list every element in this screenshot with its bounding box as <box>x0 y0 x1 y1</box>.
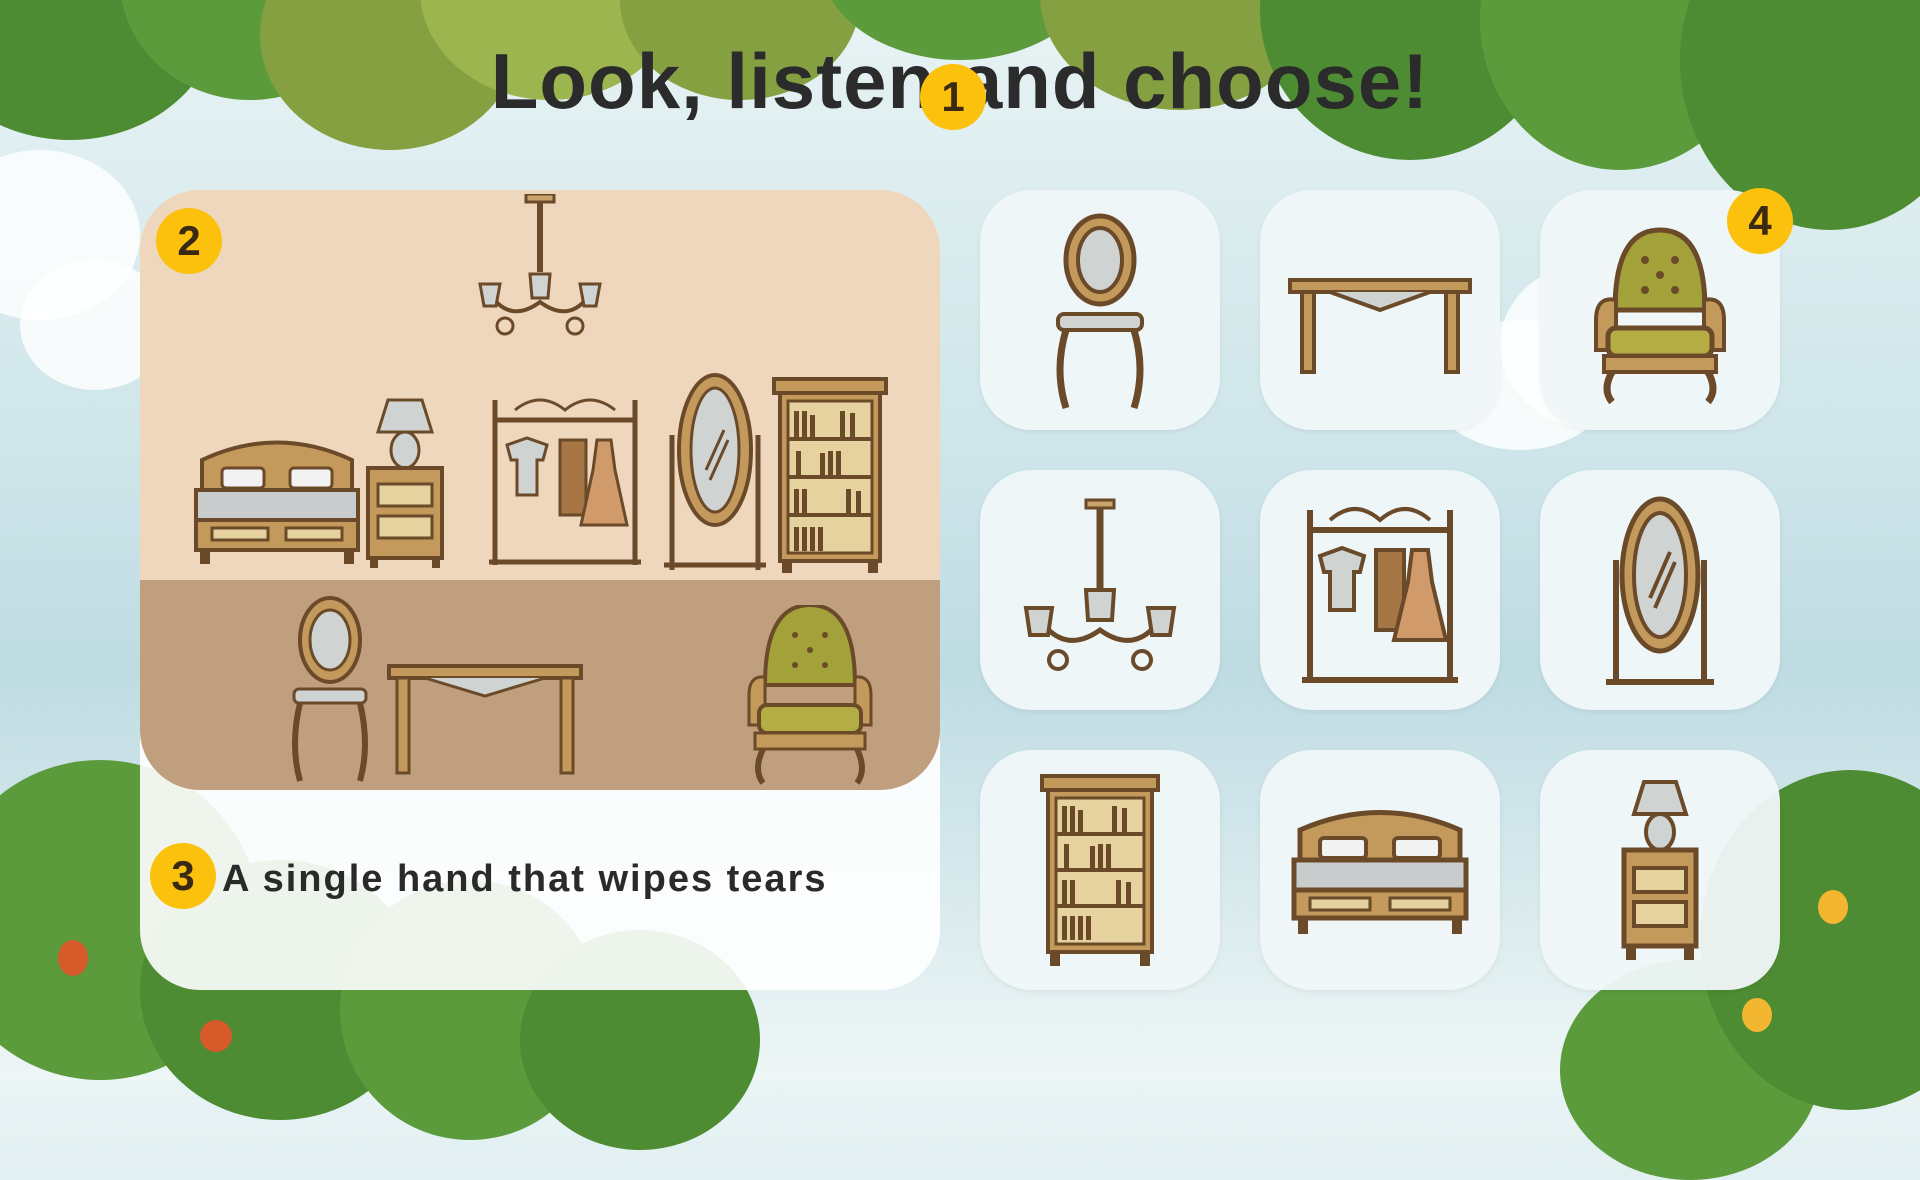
table-icon <box>1288 278 1472 374</box>
bed-icon <box>194 440 360 564</box>
bed-icon <box>1291 810 1469 934</box>
clothes-rack-icon <box>1302 507 1458 683</box>
mirror-icon <box>1606 496 1714 685</box>
room-scene-image <box>140 190 940 790</box>
step-badge-2: 2 <box>156 208 222 274</box>
nightstand-lamp-icon <box>1621 780 1699 960</box>
table-icon <box>387 664 583 775</box>
choice-table[interactable] <box>1260 190 1500 430</box>
bookshelf-icon <box>772 377 888 573</box>
choice-chandelier[interactable] <box>980 470 1220 710</box>
step-badge-4: 4 <box>1727 188 1793 254</box>
nightstand-lamp-icon <box>366 398 444 568</box>
choice-mirror[interactable] <box>1540 470 1780 710</box>
choice-bookshelf[interactable] <box>980 750 1220 990</box>
clothes-rack-icon <box>489 398 641 565</box>
choice-nightstand-lamp[interactable] <box>1540 750 1780 990</box>
choice-chair[interactable] <box>980 190 1220 430</box>
mirror-icon <box>664 373 766 570</box>
chandelier-icon <box>478 194 602 336</box>
chair-icon <box>292 596 368 782</box>
step-badge-3: 3 <box>150 843 216 909</box>
bookshelf-icon <box>1040 774 1160 966</box>
choice-bed[interactable] <box>1260 750 1500 990</box>
prompt-sentence: A single hand that wipes tears <box>222 858 828 900</box>
armchair-icon <box>747 605 873 785</box>
armchair-icon <box>1594 227 1726 405</box>
chandelier-icon <box>1023 498 1177 671</box>
choice-clothes-rack[interactable] <box>1260 470 1500 710</box>
step-badge-1: 1 <box>920 64 986 130</box>
chair-icon <box>1056 213 1144 410</box>
